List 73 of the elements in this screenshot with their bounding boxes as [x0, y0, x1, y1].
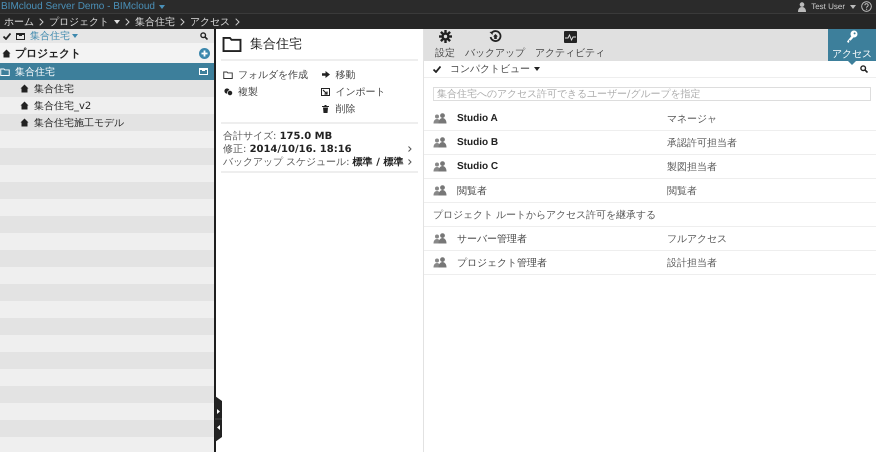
- app-title[interactable]: BIMcloud Server Demo - BIMcloud: [1, 1, 155, 12]
- tree-item[interactable]: 集合住宅: [0, 63, 214, 80]
- user-group-name: Studio B: [457, 137, 500, 148]
- inherit-note: プロジェクト ルートからアクセス許可を継承する: [424, 203, 876, 227]
- checkmark-icon[interactable]: [3, 32, 11, 40]
- action-link[interactable]: 削除: [320, 101, 418, 116]
- toolbar-tab[interactable]: バックアップ: [462, 29, 528, 61]
- caret-icon: [534, 67, 540, 71]
- user-group-name: サーバー管理者: [457, 232, 528, 246]
- duplicate-icon: [224, 88, 232, 96]
- action-link[interactable]: フォルダを作成: [223, 67, 320, 82]
- users-icon: [433, 257, 448, 268]
- chevron-right-icon: [125, 18, 130, 26]
- user-group-name: Studio A: [457, 113, 499, 124]
- breadcrumb-link[interactable]: ホーム: [4, 14, 34, 28]
- chevron-right-icon[interactable]: [408, 158, 412, 164]
- breadcrumb-link[interactable]: 集合住宅: [135, 14, 175, 28]
- users-icon: [433, 161, 448, 172]
- toolbar-tab[interactable]: アクティビティ: [532, 29, 608, 61]
- caret-icon: [158, 4, 165, 8]
- panel-heading: プロジェクト: [15, 46, 81, 60]
- breadcrumb-link[interactable]: プロジェクト: [49, 14, 120, 28]
- chevron-right-icon: [39, 18, 44, 26]
- user-group-name: Studio C: [457, 161, 500, 172]
- role-label: マネージャ: [667, 112, 717, 126]
- tree-item[interactable]: 集合住宅施工モデル: [0, 114, 214, 131]
- user-group-name: 閲覧者: [457, 184, 488, 198]
- tray-icon[interactable]: [16, 32, 25, 40]
- folder-icon: [0, 68, 10, 76]
- search-field[interactable]: 集合住宅へのアクセス許可できるユーザー/グループを指定: [433, 87, 871, 101]
- users-icon: [433, 137, 448, 148]
- users-icon: [433, 113, 448, 124]
- user-icon: [798, 2, 806, 12]
- panel-toggle-icon[interactable]: [215, 396, 222, 442]
- action-link[interactable]: インポート: [320, 84, 418, 99]
- caret-icon: [114, 20, 120, 24]
- role-label: フルアクセス: [667, 232, 727, 246]
- tree-item[interactable]: 集合住宅_v2: [0, 97, 214, 114]
- folder-title: 集合住宅: [250, 36, 302, 53]
- toolbar-tab[interactable]: 設定: [432, 29, 458, 61]
- folder-icon: [222, 36, 242, 52]
- role-label: 承認許可担当者: [667, 136, 737, 150]
- tree-item[interactable]: 集合住宅: [0, 80, 214, 97]
- breadcrumb-link[interactable]: アクセス: [190, 14, 230, 28]
- key-icon: [846, 30, 858, 44]
- info-text: 合計サイズ: 175.0 MB: [223, 130, 334, 142]
- action-link[interactable]: 複製: [223, 84, 320, 99]
- caret-icon: [850, 4, 856, 8]
- users-icon: [433, 185, 448, 196]
- user-group-name: プロジェクト管理者: [457, 256, 548, 270]
- chevron-right-icon: [180, 18, 185, 26]
- caret-icon: [72, 34, 78, 38]
- chevron-right-icon: [235, 18, 240, 26]
- search-icon[interactable]: [200, 32, 208, 40]
- view-dropdown[interactable]: コンパクトビュー: [450, 62, 540, 76]
- user-menu[interactable]: Test User: [811, 2, 845, 11]
- info-text[interactable]: バックアップ スケジュール: 標準 / 標準: [223, 154, 412, 168]
- chevron-right-icon[interactable]: [408, 146, 412, 152]
- role-label: 閲覧者: [667, 184, 697, 198]
- help-icon[interactable]: [861, 1, 872, 12]
- folder-icon: [223, 70, 233, 78]
- action-link[interactable]: 移動: [320, 67, 418, 82]
- info-text[interactable]: 修正: 2014/10/16. 18:16: [223, 142, 412, 156]
- checkmark-icon[interactable]: [433, 66, 441, 72]
- users-icon: [433, 233, 448, 244]
- import-icon: [321, 88, 330, 96]
- role-label: 製図担当者: [667, 160, 717, 174]
- add-icon[interactable]: [199, 48, 210, 58]
- search-icon[interactable]: [860, 65, 868, 73]
- trash-icon: [322, 104, 329, 112]
- move-icon: [322, 71, 330, 78]
- role-label: 設計担当者: [667, 256, 717, 270]
- house-icon: [2, 48, 11, 58]
